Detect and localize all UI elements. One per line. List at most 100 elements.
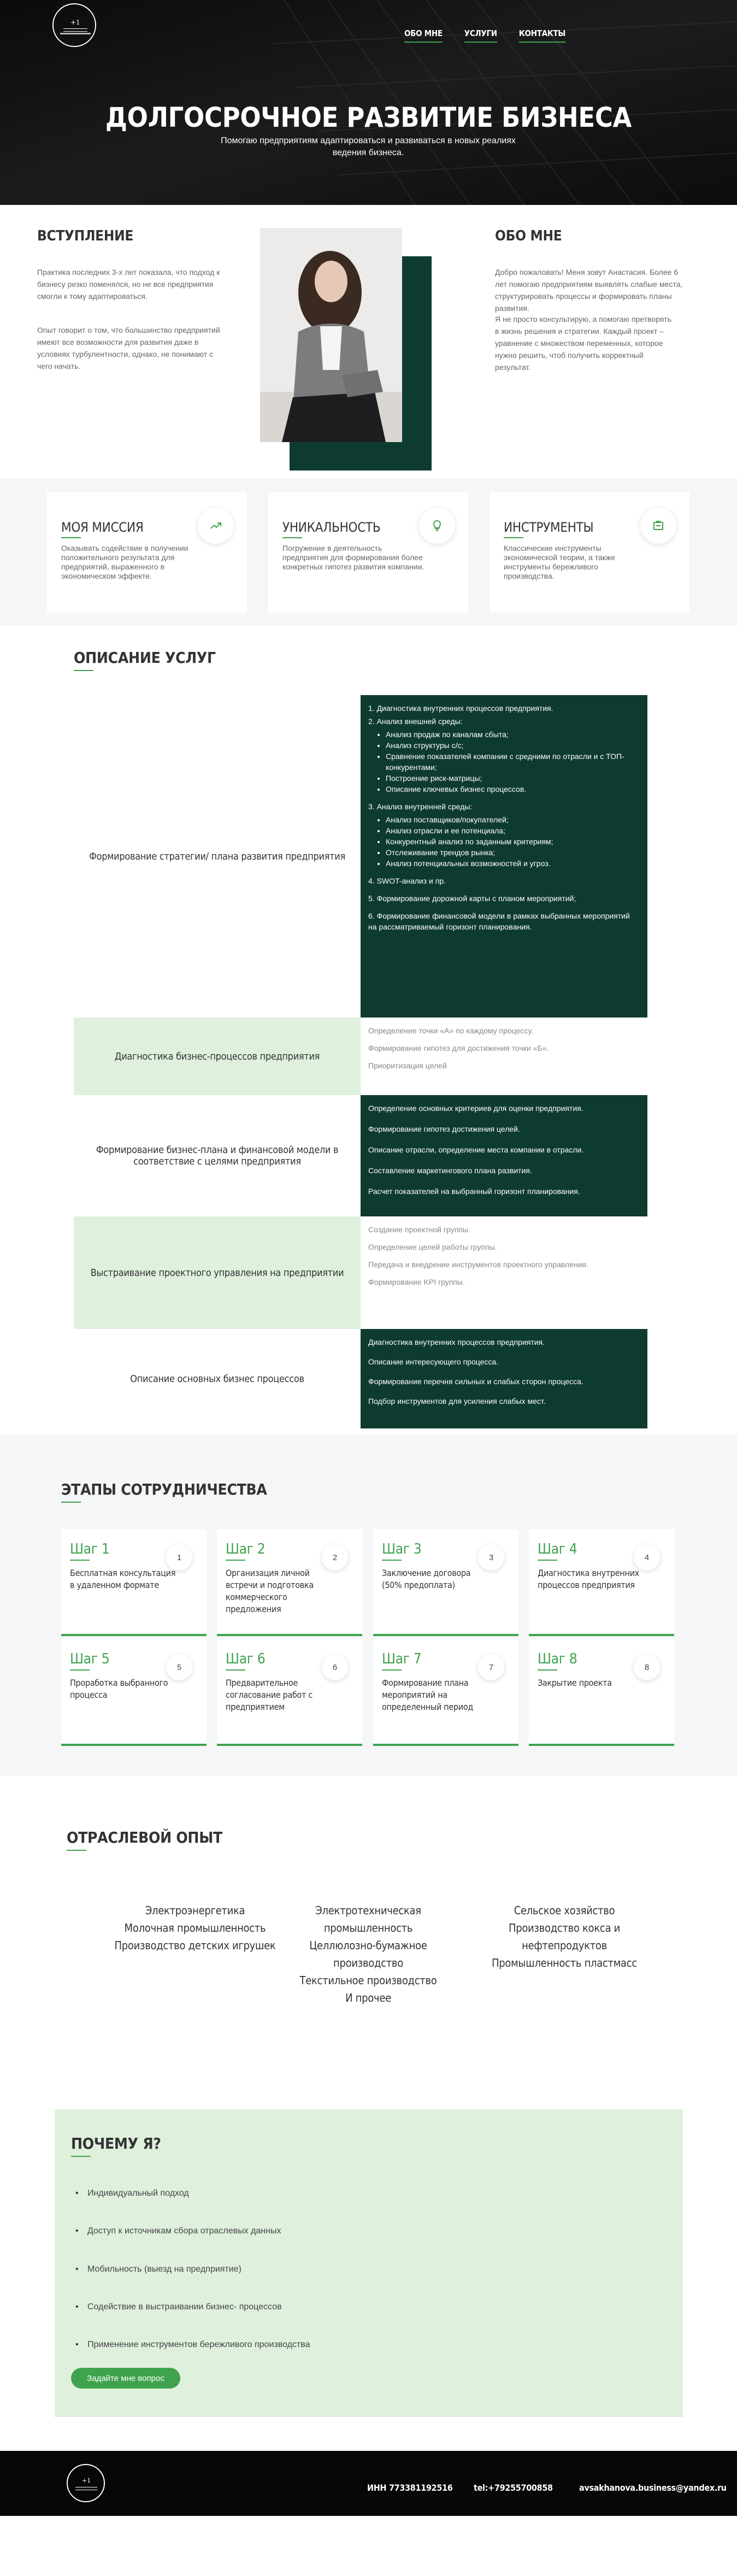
service-item: Определение основных критериев для оценк… [368, 1104, 583, 1113]
service-row-diagnostics: Диагностика бизнес-процессов предприятия… [74, 1018, 647, 1095]
service-details: Диагностика внутренних процессов предпри… [361, 1329, 647, 1428]
step-text: Предварительное согласование работ с пре… [226, 1678, 313, 1712]
services-section: ОПИСАНИЕ УСЛУГ Формирование стратегии/ п… [0, 626, 737, 1434]
industry-item: Электротехническая промышленность [315, 1904, 421, 1934]
service-item: Описание отрасли, определение места комп… [368, 1145, 584, 1154]
site-logo[interactable]: +1 [52, 3, 96, 47]
service-item: Анализ отрасли и ее потенциала; [386, 825, 640, 836]
intro-section: ВСТУПЛЕНИЕ Практика последних 3-х лет по… [0, 205, 737, 478]
service-item: Описание интересующего процесса. [368, 1357, 499, 1366]
service-item: 3. Анализ внутренней среды: [368, 802, 473, 811]
industry-item: Промышленность пластмасс [492, 1956, 637, 1969]
footer-logo[interactable]: +1 [67, 2464, 105, 2502]
service-item: Составление маркетингового плана развити… [368, 1166, 532, 1175]
step-number: 3 [478, 1544, 504, 1571]
chart-icon [198, 508, 234, 544]
hero-subtitle: Помогаю предприятиям адаптироваться и ра… [221, 136, 516, 157]
step-title: Шаг 7 [382, 1651, 422, 1671]
service-row-strategy: Формирование стратегии/ плана развития п… [74, 695, 647, 1018]
service-item: Анализ потенциальных возможностей и угро… [386, 858, 640, 869]
main-nav: ОБО МНЕ УСЛУГИ КОНТАКТЫ [404, 28, 587, 43]
service-item: Формирование гипотез для достижения точк… [368, 1044, 549, 1052]
footer-phone-link[interactable]: tel:+79255700858 [474, 2483, 553, 2493]
step-number: 2 [322, 1544, 348, 1571]
intro-title: ВСТУПЛЕНИЕ [37, 228, 134, 244]
feature-card-mission: МОЯ МИССИЯ Оказывать содействие в получе… [47, 492, 247, 613]
step-card: Шаг 8 Закрытие проекта 8 [529, 1639, 674, 1746]
step-title: Шаг 2 [226, 1541, 266, 1561]
nav-contacts[interactable]: КОНТАКТЫ [518, 28, 565, 43]
step-card: Шаг 5 Проработка выбранного процесса 5 [61, 1639, 207, 1746]
portrait-photo [260, 228, 402, 442]
step-number: 6 [322, 1654, 348, 1680]
service-item: 5. Формирование дорожной карты с планом … [368, 894, 576, 903]
service-item: Построение риск-матрицы; [386, 773, 640, 784]
industry-item: Сельское хозяйство [514, 1904, 615, 1917]
service-row-project-management: Выстраивание проектного управления на пр… [74, 1216, 647, 1329]
nav-about[interactable]: ОБО МНЕ [404, 28, 443, 43]
about-text-1: Добро пожаловать! Меня зовут Анастасия. … [495, 268, 683, 313]
ask-question-button[interactable]: Задайте мне вопрос [71, 2368, 180, 2389]
service-item: Формирование гипотез достижения целей. [368, 1125, 520, 1133]
step-card: Шаг 1 Бесплатная консультация в удаленно… [61, 1529, 207, 1636]
service-item: Описание ключевых бизнес процессов. [386, 784, 640, 795]
service-item: Расчет показателей на выбранный горизонт… [368, 1187, 580, 1196]
service-details: Определение основных критериев для оценк… [361, 1095, 647, 1216]
why-box: ПОЧЕМУ Я? Индивидуальный подход Доступ к… [55, 2109, 683, 2417]
about-text-2: Я не просто консультирую, а помогаю прет… [495, 315, 672, 372]
service-item: Отслеживание трендов рынка; [386, 847, 640, 858]
service-item: Анализ поставщиков/покупателей; [386, 814, 640, 825]
step-number: 7 [478, 1654, 504, 1680]
why-item: Мобильность (выезд на предприятие) [75, 2265, 241, 2274]
industry-item: Производство детских игрушек [114, 1939, 276, 1952]
industry-title: ОТРАСЛЕВОЙ ОПЫТ [67, 1828, 222, 1851]
step-card: Шаг 6 Предварительное согласование работ… [217, 1639, 362, 1746]
service-item: 4. SWOT-анализ и пр. [368, 877, 446, 885]
why-title: ПОЧЕМУ Я? [71, 2134, 161, 2157]
why-item: Индивидуальный подход [75, 2189, 189, 2198]
industry-column-3: Сельское хозяйство Производство кокса и … [477, 1902, 652, 1972]
feature-title: УНИКАЛЬНОСТЬ [282, 520, 381, 538]
step-text: Диагностика внутренних процессов предпри… [538, 1568, 639, 1590]
logo-mark: +1 [70, 19, 80, 26]
feature-text: Оказывать содействие в получении положит… [61, 544, 188, 580]
feature-title: МОЯ МИССИЯ [61, 520, 144, 538]
step-text: Проработка выбранного процесса [70, 1678, 168, 1700]
service-name: Описание основных бизнес процессов [130, 1373, 304, 1385]
footer: +1 ИНН 773381192516 tel:+79255700858 avs… [0, 2451, 737, 2516]
step-title: Шаг 5 [70, 1651, 110, 1671]
footer-email-link[interactable]: avsakhanova.business@yandex.ru [579, 2483, 727, 2493]
service-item: Анализ структуры с/с; [386, 740, 640, 751]
logo-divider [63, 28, 87, 32]
step-card: Шаг 4 Диагностика внутренних процессов п… [529, 1529, 674, 1636]
industry-item: Электроэнергетика [145, 1904, 245, 1917]
stages-section: ЭТАПЫ СОТРУДНИЧЕСТВА Шаг 1 Бесплатная ко… [0, 1434, 737, 1776]
hero-title: ДОЛГОСРОЧНОЕ РАЗВИТИЕ БИЗНЕСА [105, 102, 632, 133]
services-title: ОПИСАНИЕ УСЛУГ [74, 649, 216, 671]
step-title: Шаг 6 [226, 1651, 266, 1671]
nav-services[interactable]: УСЛУГИ [464, 28, 497, 43]
step-number: 1 [166, 1544, 192, 1571]
service-item: 6. Формирование финансовой модели в рамк… [368, 911, 630, 931]
service-name: Формирование стратегии/ плана развития п… [89, 850, 345, 862]
tools-icon [640, 508, 676, 544]
service-item: Определение целей работы группы. [368, 1243, 497, 1251]
industry-item: Текстильное производство [299, 1974, 437, 1987]
hero-section: +1 ОБО МНЕ УСЛУГИ КОНТАКТЫ ДОЛГОСРОЧНОЕ … [0, 0, 737, 205]
service-item: Создание проектной группы. [368, 1225, 470, 1234]
service-row-business-plan: Формирование бизнес-плана и финансовой м… [74, 1095, 647, 1216]
service-details: Создание проектной группы. Определение ц… [361, 1216, 647, 1329]
step-title: Шаг 4 [538, 1541, 577, 1561]
why-item: Применение инструментов бережливого прои… [75, 2340, 310, 2350]
service-details: 1. Диагностика внутренних процессов пред… [361, 695, 647, 1018]
feature-title: ИНСТРУМЕНТЫ [504, 520, 594, 538]
step-number: 8 [634, 1654, 660, 1680]
intro-text-1: Практика последних 3-х лет показала, что… [37, 268, 220, 301]
step-text: Заключение договора (50% предоплата) [382, 1568, 471, 1590]
step-text: Закрытие проекта [538, 1678, 612, 1688]
step-text: Бесплатная консультация в удаленном форм… [70, 1568, 176, 1590]
step-title: Шаг 1 [70, 1541, 110, 1561]
logo-tagline [60, 33, 91, 34]
step-title: Шаг 8 [538, 1651, 577, 1671]
service-item: Анализ продаж по каналам сбыта; [386, 729, 640, 740]
